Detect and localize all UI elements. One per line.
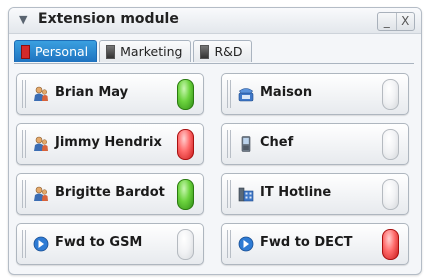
extension-label: Fwd to DECT [260,235,353,250]
tab-color-icon [200,44,210,59]
tab-label: Marketing [120,44,183,59]
drag-handle[interactable] [22,180,26,208]
status-lamp-red [382,229,399,260]
extension-label: Maison [260,85,313,100]
drag-handle[interactable] [22,230,26,258]
extension-label: Fwd to GSM [55,235,143,250]
extension-card-jimmy-hendrix[interactable]: Jimmy Hendrix [16,123,204,165]
tab-bar: Personal Marketing R&D [14,40,254,63]
extension-card-maison[interactable]: Maison [221,73,409,115]
extension-grid: Brian May Maison Jimmy Hendrix Chef Brig… [14,63,414,269]
tab-label: Personal [35,44,89,59]
title-bar: ▼ Extension module _ X [9,8,421,34]
drag-handle[interactable] [22,130,26,158]
window-title: Extension module [38,11,179,27]
user-icon [34,136,48,151]
tab-marketing[interactable]: Marketing [99,40,192,62]
status-lamp-off [382,179,399,210]
tab-personal[interactable]: Personal [14,40,98,62]
tab-label: R&D [214,44,243,59]
drag-handle[interactable] [227,180,231,208]
tab-rnd[interactable]: R&D [193,40,252,62]
extension-label: Chef [260,135,294,150]
extension-card-brian-may[interactable]: Brian May [16,73,204,115]
drag-handle[interactable] [227,80,231,108]
extension-card-it-hotline[interactable]: IT Hotline [221,173,409,215]
user-icon [34,186,48,201]
phone-icon [238,88,254,102]
status-lamp-green [177,179,194,210]
extension-label: Jimmy Hendrix [55,135,162,150]
extension-card-fwd-to-gsm[interactable]: Fwd to GSM [16,223,204,265]
extension-label: Brian May [55,85,129,100]
status-lamp-green [177,79,194,110]
user-icon [34,86,48,101]
status-lamp-off [177,229,194,260]
extension-card-brigitte-bardot[interactable]: Brigitte Bardot [16,173,204,215]
tab-color-icon [106,44,116,59]
drag-handle[interactable] [227,130,231,158]
extension-card-fwd-to-dect[interactable]: Fwd to DECT [221,223,409,265]
window-controls: _ X [377,12,415,31]
collapse-arrow-icon[interactable]: ▼ [19,13,27,26]
extension-module-window: ▼ Extension module _ X Personal Marketin… [8,7,422,275]
status-lamp-off [382,129,399,160]
forward-icon [33,236,49,252]
extension-label: IT Hotline [260,185,332,200]
status-lamp-off [382,79,399,110]
forward-icon [238,236,254,252]
drag-handle[interactable] [22,80,26,108]
drag-handle[interactable] [227,230,231,258]
minimize-button[interactable]: _ [378,13,397,30]
tab-color-icon [21,44,30,59]
extension-card-chef[interactable]: Chef [221,123,409,165]
close-button[interactable]: X [397,13,415,30]
status-lamp-red [177,129,194,160]
office-building-icon [238,187,254,202]
extension-label: Brigitte Bardot [55,185,165,200]
mobile-phone-icon [241,136,251,152]
